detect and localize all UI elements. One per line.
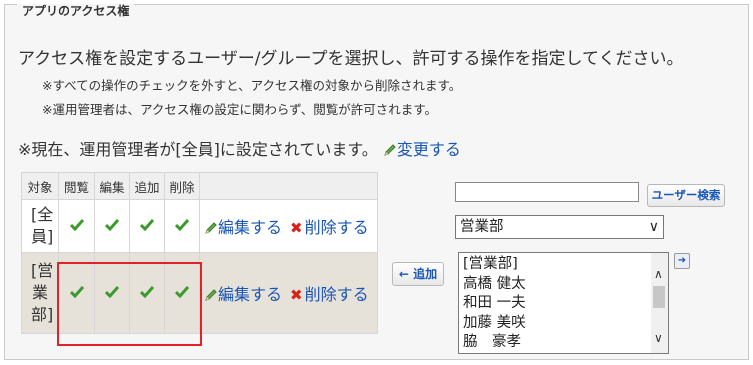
current-admin-setting: ※現在、運用管理者が[全員]に設定されています。 変更する bbox=[18, 136, 461, 161]
target-line: [全 bbox=[31, 205, 54, 224]
chevron-down-icon: ∨ bbox=[648, 219, 659, 235]
section-title: アプリのアクセス権 bbox=[17, 4, 135, 18]
col-header-target: 対象 bbox=[21, 172, 59, 200]
target-line: [営 bbox=[31, 261, 54, 280]
user-listbox[interactable]: [営業部] 高橋 健太 和田 一夫 加藤 美咲 脇 豪孝 ∧ ∨ bbox=[458, 252, 669, 354]
scrollbar-thumb[interactable] bbox=[653, 286, 665, 308]
delete-link[interactable]: 削除する bbox=[305, 285, 369, 304]
add-check-icon[interactable] bbox=[129, 252, 165, 334]
delete-check-icon[interactable] bbox=[164, 252, 200, 334]
list-item[interactable]: 和田 一夫 bbox=[463, 294, 668, 314]
target-line: 業 bbox=[31, 283, 48, 302]
search-input[interactable] bbox=[455, 182, 639, 202]
view-check-icon[interactable] bbox=[58, 199, 95, 253]
note-admin: ※運用管理者は、アクセス権の設定に関わらず、閲覧が許可されます。 bbox=[42, 102, 437, 117]
view-check-icon[interactable] bbox=[58, 252, 95, 334]
pencil-icon bbox=[204, 287, 218, 306]
target-line: 員] bbox=[31, 227, 54, 246]
x-icon: ✖ bbox=[290, 285, 303, 304]
access-table: 対象 閲覧 編集 追加 削除 [全 員] 編集する ✖ 削除する [営業部] 編集する… bbox=[21, 172, 378, 334]
row-actions: 編集する ✖ 削除する bbox=[199, 252, 378, 334]
current-admin-text: ※現在、運用管理者が[全員]に設定されています。 bbox=[18, 140, 378, 159]
delete-link[interactable]: 削除する bbox=[305, 218, 369, 237]
note-uncheck: ※すべての操作のチェックを外すと、アクセス権の対象から削除されます。 bbox=[42, 78, 462, 93]
list-item[interactable]: [営業部] bbox=[463, 255, 668, 275]
group-select[interactable]: 営業部 ∨ bbox=[455, 215, 664, 239]
listbox-scrollbar[interactable]: ∧ ∨ bbox=[651, 253, 668, 353]
target-line: 部] bbox=[31, 305, 54, 324]
pencil-icon bbox=[383, 142, 397, 161]
table-row: [全員] 編集する ✖ 削除する bbox=[21, 199, 378, 253]
group-select-value: 営業部 bbox=[460, 219, 504, 235]
col-header-delete: 削除 bbox=[164, 172, 200, 200]
table-row: [営業部] 編集する ✖ 削除する bbox=[21, 252, 378, 334]
edit-link[interactable]: 編集する bbox=[218, 285, 282, 304]
intro-text: アクセス権を設定するユーザー/グループを選択し、許可する操作を指定してください。 bbox=[18, 49, 684, 69]
chevron-up-icon[interactable]: ∧ bbox=[654, 267, 663, 281]
row-target: [営業部] bbox=[21, 252, 59, 334]
change-admin-link[interactable]: 変更する bbox=[397, 140, 461, 159]
col-header-actions bbox=[199, 172, 378, 200]
move-right-icon[interactable]: ➜ bbox=[674, 253, 690, 269]
add-button[interactable]: ← 追加 bbox=[392, 262, 444, 286]
add-check-icon[interactable] bbox=[129, 199, 165, 253]
list-item[interactable]: 高橋 健太 bbox=[463, 275, 668, 295]
chevron-down-icon[interactable]: ∨ bbox=[654, 331, 663, 345]
user-search-button[interactable]: ユーザー検索 bbox=[647, 184, 725, 207]
edit-check-icon[interactable] bbox=[94, 199, 130, 253]
list-item[interactable]: 加藤 美咲 bbox=[463, 314, 668, 334]
col-header-add: 追加 bbox=[129, 172, 165, 200]
row-target: [全員] bbox=[21, 199, 59, 253]
col-header-edit: 編集 bbox=[94, 172, 130, 200]
delete-check-icon[interactable] bbox=[164, 199, 200, 253]
pencil-icon bbox=[204, 220, 218, 239]
list-item[interactable]: 脇 豪孝 bbox=[463, 333, 668, 353]
edit-check-icon[interactable] bbox=[94, 252, 130, 334]
edit-link[interactable]: 編集する bbox=[218, 218, 282, 237]
x-icon: ✖ bbox=[290, 218, 303, 237]
row-actions: 編集する ✖ 削除する bbox=[199, 199, 378, 253]
col-header-view: 閲覧 bbox=[58, 172, 95, 200]
